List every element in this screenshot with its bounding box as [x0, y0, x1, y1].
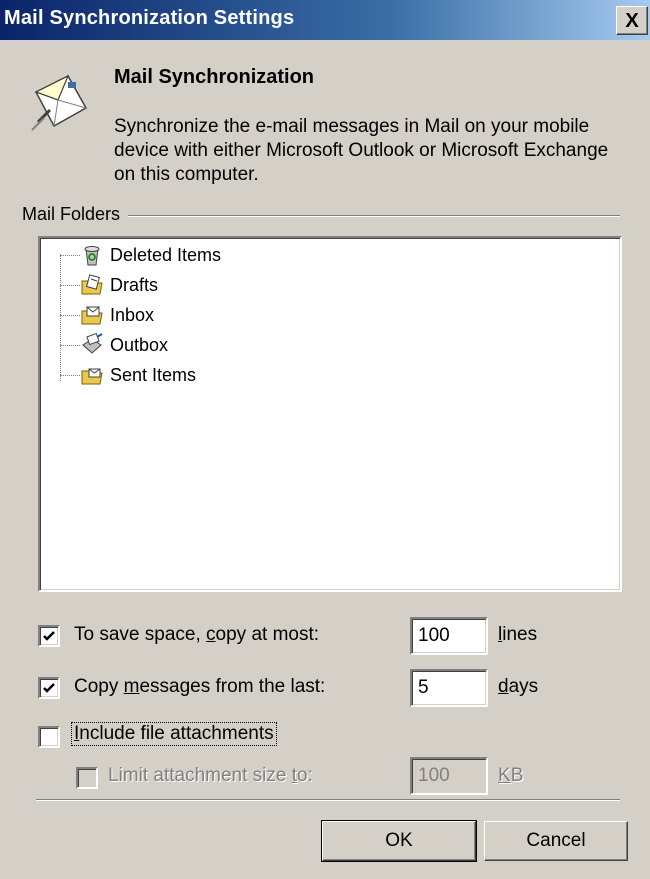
- title-bar: Mail Synchronization Settings X: [0, 0, 650, 40]
- mail-folders-label: Mail Folders: [22, 204, 129, 225]
- copy-last-label: Copy messages from the last:: [74, 676, 326, 697]
- outbox-folder-icon: [82, 333, 103, 354]
- limit-size-input[interactable]: [410, 757, 488, 795]
- drafts-folder-icon: [81, 274, 103, 295]
- tree-item-label: Inbox: [110, 304, 155, 325]
- tree-item-outbox[interactable]: Outbox: [60, 330, 168, 360]
- copy-last-checkbox[interactable]: [38, 677, 60, 699]
- days-unit-label: days: [498, 676, 539, 697]
- copy-lines-input[interactable]: [410, 617, 488, 655]
- tree-item-deleted-items[interactable]: Deleted Items: [60, 240, 221, 270]
- copy-at-most-checkbox[interactable]: [38, 625, 60, 647]
- copy-at-most-label: To save space, copy at most:: [74, 624, 320, 645]
- tree-item-label: Outbox: [110, 334, 169, 355]
- checkmark-icon: [43, 631, 55, 641]
- include-attachments-label: Include file attachments: [71, 722, 277, 746]
- checkmark-icon: [43, 683, 55, 693]
- sent-folder-icon: [81, 368, 103, 385]
- tree-item-label: Deleted Items: [110, 244, 222, 265]
- mail-sync-icon: [31, 74, 88, 131]
- tree-item-sent-items[interactable]: Sent Items: [60, 360, 196, 390]
- tree-item-label: Sent Items: [110, 364, 197, 385]
- folder-tree[interactable]: Deleted Items Drafts Inbox Outbox Sent I…: [38, 236, 622, 592]
- ok-button[interactable]: OK: [321, 820, 477, 862]
- tree-item-drafts[interactable]: Drafts: [60, 270, 158, 300]
- limit-size-label: Limit attachment size to:: [108, 765, 313, 786]
- copy-days-input[interactable]: [410, 669, 488, 707]
- lines-unit-label: lines: [498, 624, 538, 645]
- description: Synchronize the e-mail messages in Mail …: [114, 116, 609, 185]
- tree-item-label: Drafts: [110, 274, 159, 295]
- window-title: Mail Synchronization Settings: [4, 7, 295, 29]
- close-button[interactable]: X: [616, 6, 648, 35]
- heading: Mail Synchronization: [114, 66, 315, 88]
- limit-size-checkbox[interactable]: [76, 767, 98, 789]
- button-separator: [36, 799, 620, 801]
- recycle-folder-icon: [84, 246, 100, 266]
- kb-unit-label: KB: [498, 765, 524, 786]
- cancel-button[interactable]: Cancel: [484, 821, 628, 861]
- close-icon: X: [625, 9, 639, 32]
- tree-item-inbox[interactable]: Inbox: [60, 300, 154, 330]
- include-attachments-checkbox[interactable]: [38, 726, 60, 748]
- inbox-folder-icon: [81, 306, 103, 325]
